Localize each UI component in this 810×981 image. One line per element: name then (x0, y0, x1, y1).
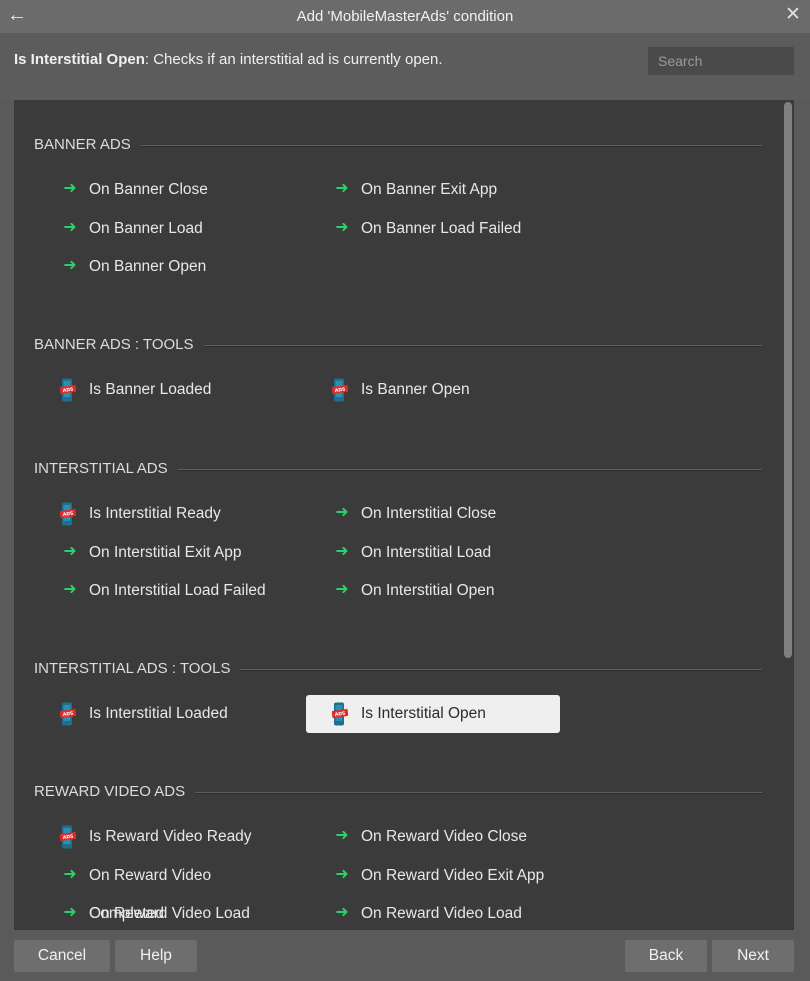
section-interstitial-ads-tools: INTERSTITIAL ADS : TOOLS ADS Is Interstiti… (34, 659, 762, 733)
condition-item[interactable]: ➜ On Reward Video Load (34, 895, 288, 930)
condition-label: On Interstitial Load (361, 543, 492, 561)
condition-item[interactable]: ➜ On Interstitial Open (306, 572, 560, 610)
condition-label: On Interstitial Open (361, 582, 495, 599)
section-divider (34, 145, 762, 147)
condition-item[interactable]: ➜ On Banner Open (34, 248, 288, 286)
section-title: REWARD VIDEO ADS (34, 782, 196, 802)
green-arrow-icon: ➜ (63, 218, 77, 236)
section-banner-ads-tools: BANNER ADS : TOOLS ADS Is Banner Loaded ADS… (34, 335, 762, 402)
help-button[interactable]: Help (115, 940, 197, 972)
scrollbar-thumb[interactable] (784, 102, 792, 658)
green-arrow-icon: ➜ (335, 904, 349, 921)
footer: Cancel Help Back Next (0, 930, 810, 981)
selected-condition-name: Is Interstitial Open (14, 51, 145, 68)
scrollbar[interactable] (784, 102, 792, 928)
condition-label: Is Interstitial Ready (89, 505, 221, 522)
title-bar: ← Add 'MobileMasterAds' condition ✕ (0, 0, 810, 33)
condition-label: On Banner Exit App (361, 181, 498, 198)
green-arrow-icon: ➜ (63, 904, 77, 921)
condition-item[interactable]: ➜ On Interstitial Close (306, 495, 560, 533)
ads-phone-icon: ADS (60, 825, 76, 849)
section-title: BANNER ADS (34, 135, 141, 155)
section-header: REWARD VIDEO ADS (34, 782, 762, 802)
condition-item[interactable]: ADS Is Interstitial Ready (34, 495, 288, 533)
green-arrow-icon: ➜ (335, 542, 349, 560)
condition-label: On Interstitial Close (361, 505, 497, 522)
ads-phone-icon: ADS (60, 502, 76, 526)
condition-item[interactable]: ➜ On Banner Load Failed (306, 210, 560, 248)
condition-label: On Reward Video Load Failed (361, 905, 522, 922)
green-arrow-icon: ➜ (335, 504, 349, 521)
condition-item[interactable]: ➜ On Reward Video Completed (34, 857, 288, 922)
search-input[interactable] (648, 47, 794, 75)
condition-item[interactable]: ADS Is Banner Open (306, 371, 560, 409)
condition-list[interactable]: BANNER ADS ➜ On Banner Close ➜ On Banner Exi… (14, 100, 794, 930)
section-title: INTERSTITIAL ADS : TOOLS (34, 659, 241, 679)
section-banner-ads: BANNER ADS ➜ On Banner Close ➜ On Banner Exi… (34, 135, 762, 275)
green-arrow-icon: ➜ (335, 218, 349, 236)
condition-item[interactable]: ADS Is Interstitial Loaded (34, 695, 288, 733)
condition-label: On Banner Load Failed (361, 219, 522, 237)
condition-item[interactable]: ADS Is Interstitial Open (306, 695, 560, 733)
condition-item[interactable]: ➜ On Banner Load (34, 210, 288, 248)
selected-condition-desc: : Checks if an interstitial ad is curren… (144, 51, 443, 68)
condition-label: On Banner Load (89, 219, 203, 237)
condition-label: On Reward Video Exit App (361, 866, 545, 884)
condition-label: Is Interstitial Open (361, 705, 486, 722)
back-button[interactable]: Back (625, 940, 707, 972)
section-interstitial-ads: INTERSTITIAL ADS ADS Is Interstitial Ready… (34, 459, 762, 599)
condition-item[interactable]: ADS Is Banner Loaded (34, 371, 288, 409)
ads-phone-icon: ADS (60, 702, 76, 726)
condition-label: Is Interstitial Loaded (89, 705, 228, 722)
description-bar: Is Interstitial Open: Checks if an inter… (0, 33, 810, 100)
condition-label: On Interstitial Exit App (89, 543, 242, 561)
selected-description: Is Interstitial Open: Checks if an inter… (14, 51, 443, 68)
condition-item[interactable]: ➜ On Reward Video Exit App (306, 857, 560, 895)
condition-item[interactable]: ➜ On Interstitial Load Failed (34, 572, 288, 610)
green-arrow-icon: ➜ (63, 257, 77, 274)
ads-phone-icon: ADS (332, 378, 348, 402)
section-header: BANNER ADS (34, 135, 762, 155)
condition-item[interactable]: ➜ On Reward Video Load Failed (306, 895, 560, 930)
cancel-button[interactable]: Cancel (14, 940, 110, 972)
section-title: BANNER ADS : TOOLS (34, 335, 204, 355)
window-title: Add 'MobileMasterAds' condition (296, 8, 514, 25)
green-arrow-icon: ➜ (335, 865, 349, 883)
condition-label: Is Banner Open (361, 381, 470, 398)
condition-label: On Reward Video Load (89, 905, 250, 922)
section-header: BANNER ADS : TOOLS (34, 335, 762, 355)
green-arrow-icon: ➜ (63, 581, 77, 598)
condition-label: On Interstitial Load Failed (89, 582, 266, 599)
condition-item[interactable]: ➜ On Banner Close (34, 171, 288, 209)
ads-phone-icon: ADS (332, 702, 348, 726)
section-header: INTERSTITIAL ADS : TOOLS (34, 659, 762, 679)
green-arrow-icon: ➜ (335, 180, 349, 197)
condition-item[interactable]: ADS Is Reward Video Ready (34, 818, 288, 856)
condition-item[interactable]: ➜ On Interstitial Load (306, 534, 560, 572)
condition-item[interactable]: ➜ On Interstitial Exit App (34, 534, 288, 572)
condition-item[interactable]: ➜ On Reward Video Close (306, 818, 560, 856)
section-reward-video-ads: REWARD VIDEO ADS ADS Is Reward Video Ready… (34, 782, 762, 922)
ads-phone-icon: ADS (60, 378, 76, 402)
next-button[interactable]: Next (712, 940, 794, 972)
close-icon[interactable]: ✕ (782, 4, 804, 26)
section-title: INTERSTITIAL ADS (34, 459, 178, 479)
condition-label: Is Reward Video Ready (89, 828, 252, 845)
condition-label: On Reward Video Close (361, 828, 527, 845)
green-arrow-icon: ➜ (63, 542, 77, 560)
condition-item[interactable]: ➜ On Banner Exit App (306, 171, 560, 209)
green-arrow-icon: ➜ (63, 180, 77, 197)
green-arrow-icon: ➜ (335, 581, 349, 598)
condition-label: Is Banner Loaded (89, 381, 212, 398)
green-arrow-icon: ➜ (335, 827, 349, 844)
section-header: INTERSTITIAL ADS (34, 459, 762, 479)
green-arrow-icon: ➜ (63, 865, 77, 883)
condition-label: On Banner Close (89, 181, 208, 198)
condition-label: On Banner Open (89, 258, 207, 275)
